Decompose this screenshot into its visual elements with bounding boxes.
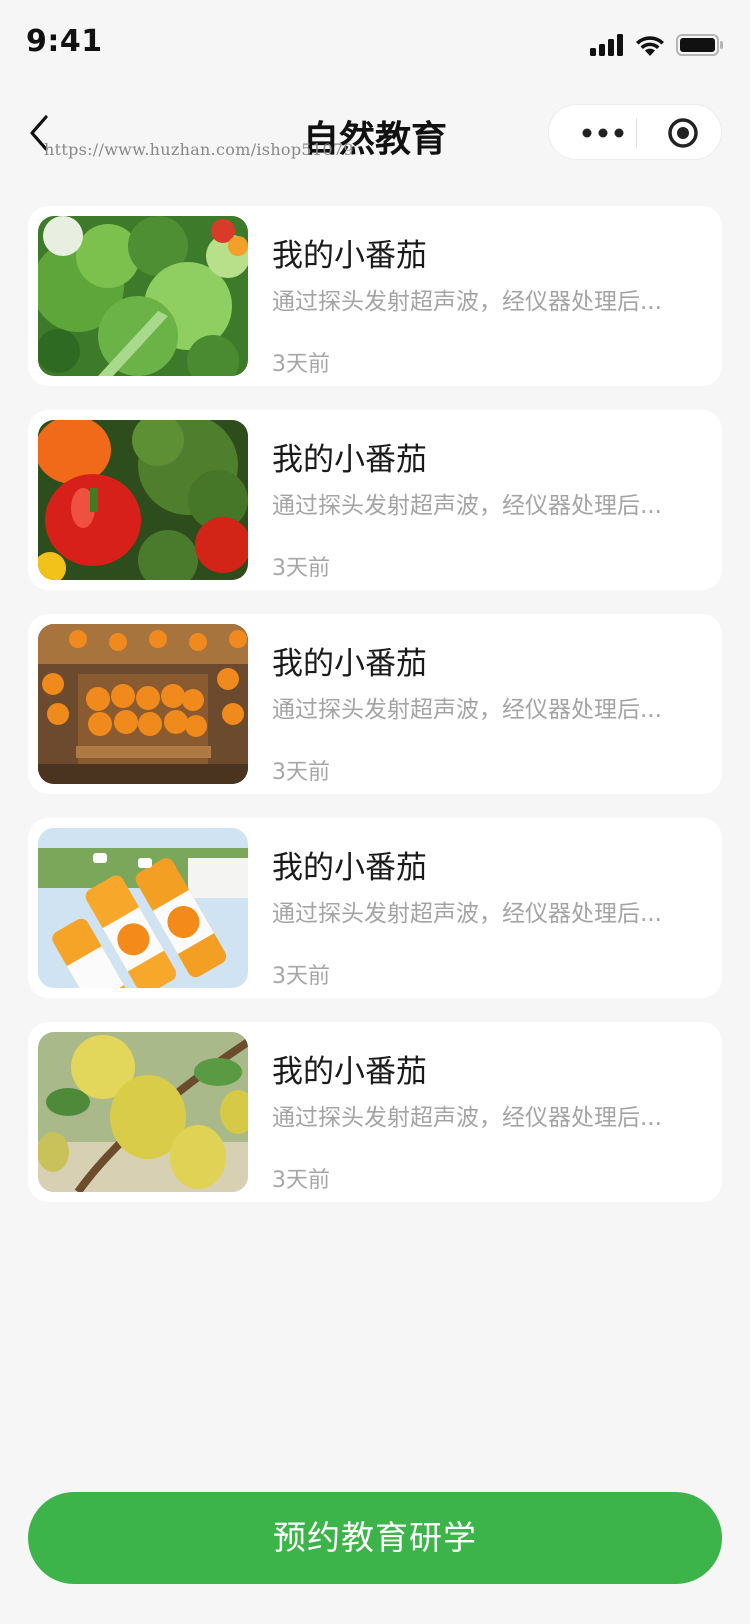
signal-icon — [590, 34, 623, 56]
list-item[interactable]: 我的小番茄 通过探头发射超声波，经仪器处理后... 3天前 — [28, 206, 722, 386]
more-button[interactable] — [573, 115, 633, 151]
nav-bar: 自然教育 https://www.huzhan.com/ishop51079 — [0, 92, 750, 174]
list-item[interactable]: 我的小番茄 通过探头发射超声波，经仪器处理后... 3天前 — [28, 410, 722, 590]
item-title: 我的小番茄 — [272, 1054, 427, 1090]
thumbnail-pears-on-branch — [38, 1032, 248, 1192]
item-description: 通过探头发射超声波，经仪器处理后... — [272, 1105, 662, 1131]
status-time: 9:41 — [26, 24, 103, 59]
item-description: 通过探头发射超声波，经仪器处理后... — [272, 289, 662, 315]
item-description: 通过探头发射超声波，经仪器处理后... — [272, 697, 662, 723]
list-item[interactable]: 我的小番茄 通过探头发射超声波，经仪器处理后... 3天前 — [28, 614, 722, 794]
close-button[interactable] — [663, 113, 703, 153]
item-time: 3天前 — [272, 556, 330, 581]
item-description: 通过探头发射超声波，经仪器处理后... — [272, 901, 662, 927]
list-item[interactable]: 我的小番茄 通过探头发射超声波，经仪器处理后... 3天前 — [28, 818, 722, 998]
thumbnail-leafy-vegetables — [38, 216, 248, 376]
item-title: 我的小番茄 — [272, 442, 427, 478]
more-dots-icon — [582, 128, 624, 138]
book-education-button[interactable]: 预约教育研学 — [28, 1492, 722, 1584]
item-title: 我的小番茄 — [272, 850, 427, 886]
mini-program-capsule — [548, 104, 722, 160]
item-title: 我的小番茄 — [272, 646, 427, 682]
status-bar: 9:41 — [0, 0, 750, 88]
wifi-icon — [636, 36, 664, 56]
watermark-text: https://www.huzhan.com/ishop51079 — [44, 140, 354, 159]
item-time: 3天前 — [272, 760, 330, 785]
item-time: 3天前 — [272, 1168, 330, 1193]
item-description: 通过探头发射超声波，经仪器处理后... — [272, 493, 662, 519]
list-item[interactable]: 我的小番茄 通过探头发射超声波，经仪器处理后... 3天前 — [28, 1022, 722, 1202]
item-time: 3天前 — [272, 352, 330, 377]
thumbnail-peppers-broccoli — [38, 420, 248, 580]
capsule-divider — [636, 118, 637, 148]
thumbnail-orange-juice-bottles — [38, 828, 248, 988]
target-circle-icon — [668, 118, 698, 148]
battery-icon — [676, 34, 723, 56]
thumbnail-oranges-in-crates — [38, 624, 248, 784]
item-title: 我的小番茄 — [272, 238, 427, 274]
content-list: 我的小番茄 通过探头发射超声波，经仪器处理后... 3天前 我的小番茄 通过探头… — [28, 206, 722, 1226]
item-time: 3天前 — [272, 964, 330, 989]
